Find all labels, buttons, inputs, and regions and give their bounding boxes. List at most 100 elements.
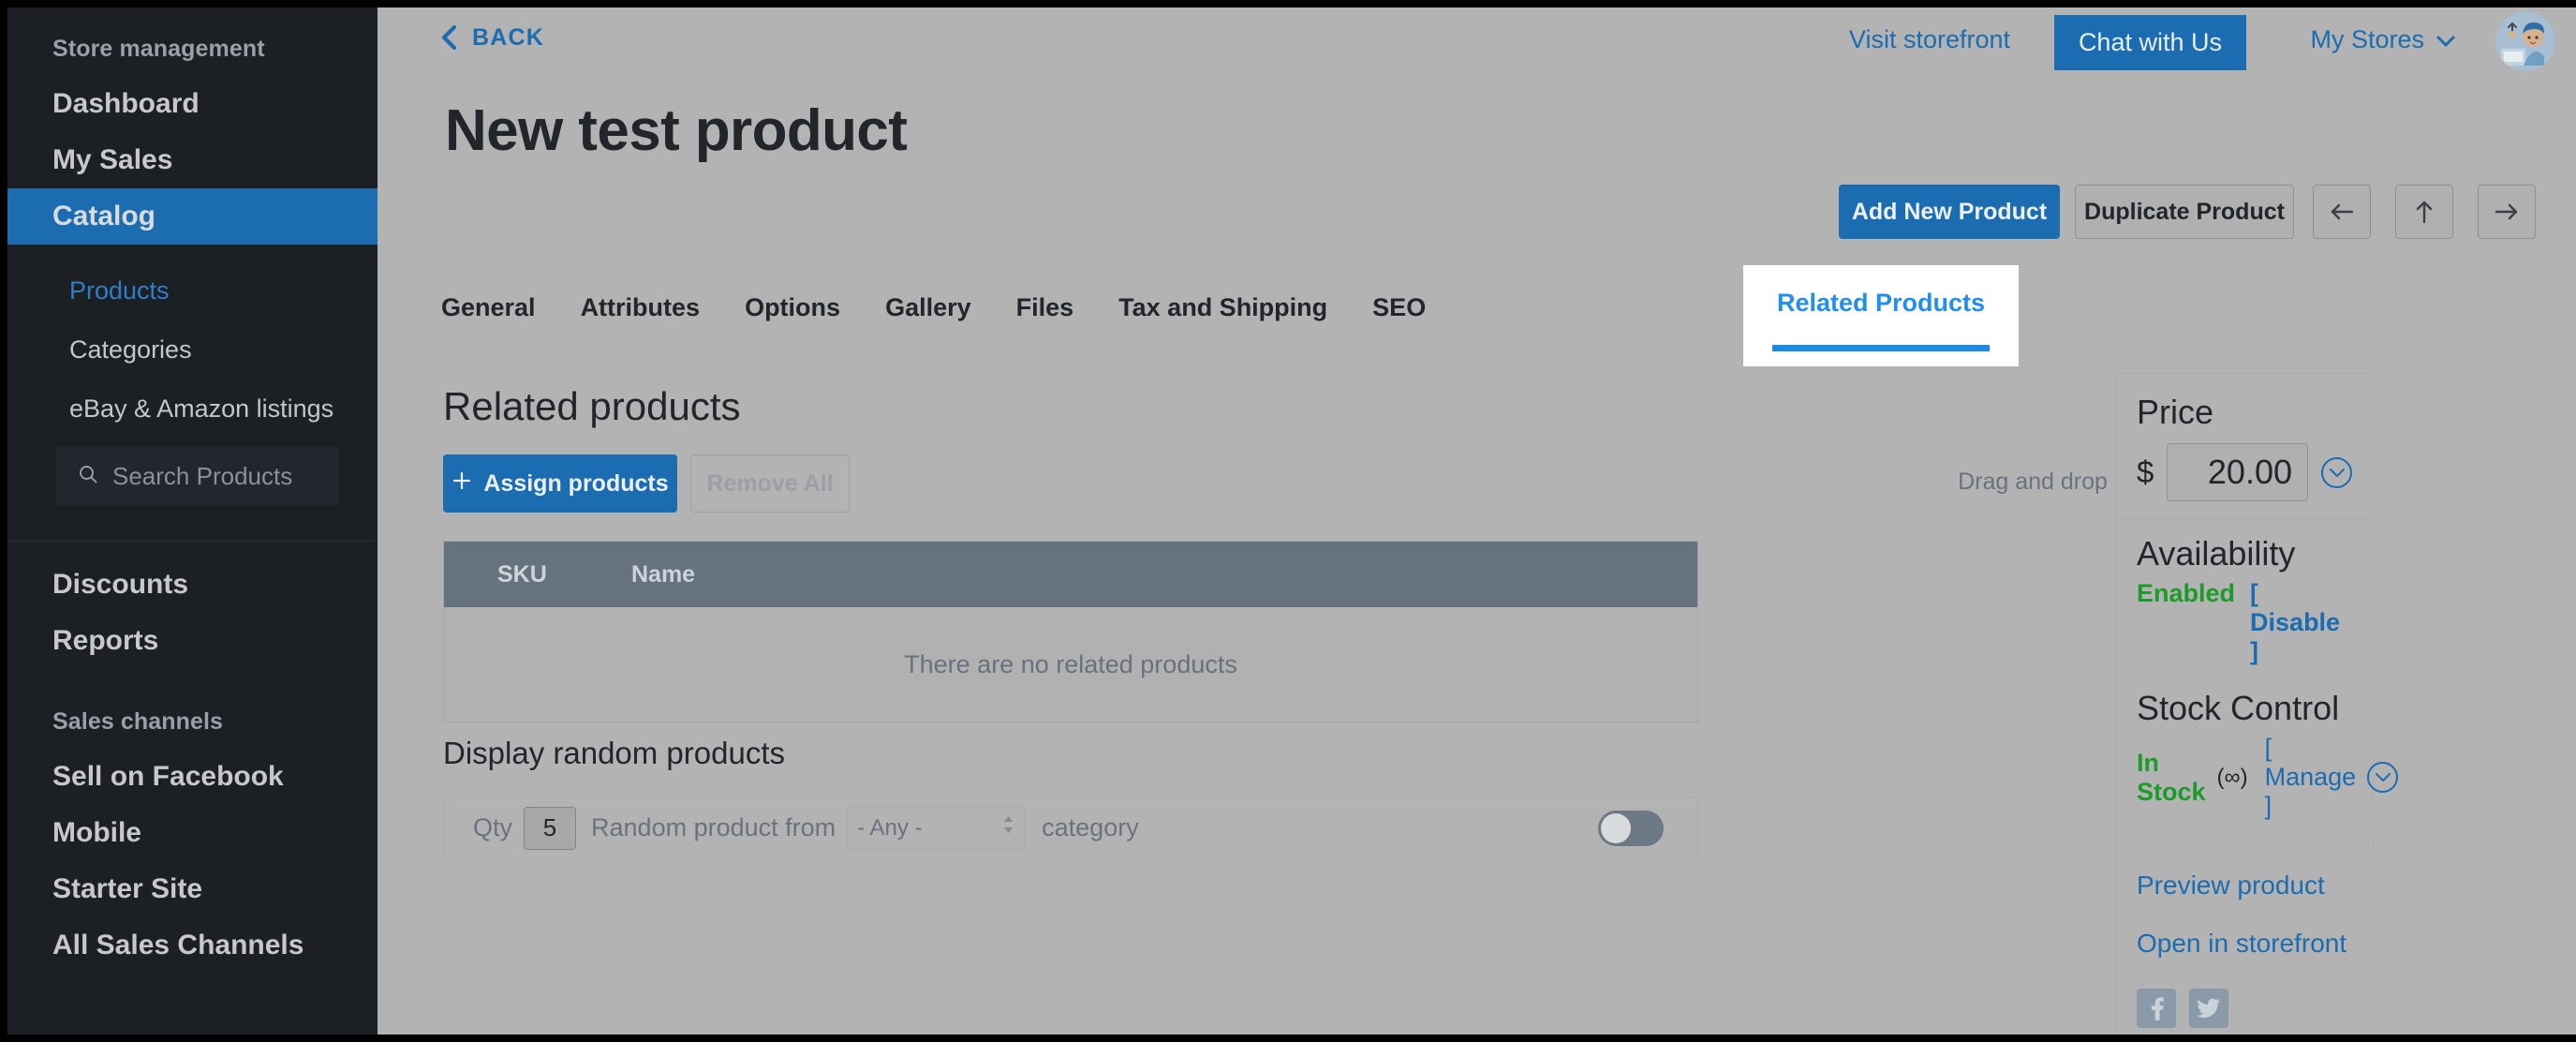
sidebar-item-label: Sell on Facebook [52, 761, 284, 793]
my-stores-label: My Stores [2310, 25, 2424, 54]
qty-input[interactable]: 5 [524, 807, 576, 850]
sidebar-item-catalog[interactable]: Catalog [7, 188, 378, 245]
open-in-storefront-link[interactable]: Open in storefront [2137, 929, 2352, 959]
main-content: New test product Add New Product Duplica… [378, 75, 2576, 1035]
sidebar-item-all-sales-channels[interactable]: All Sales Channels [7, 917, 378, 974]
related-products-table: SKU Name There are no related products [443, 541, 1698, 722]
chevron-down-circle-icon[interactable] [2321, 457, 2352, 488]
tab-attributes[interactable]: Attributes [558, 289, 723, 326]
sidebar-subitem-ebay-amazon[interactable]: eBay & Amazon listings [7, 380, 378, 439]
facebook-icon[interactable] [2137, 989, 2176, 1028]
sidebar-subitem-products[interactable]: Products [7, 261, 378, 320]
stock-control-heading: Stock Control [2137, 689, 2352, 728]
random-products-toggle[interactable] [1598, 811, 1664, 846]
random-product-from-label: Random product from [591, 813, 836, 842]
disable-link[interactable]: [ Disable ] [2250, 579, 2352, 666]
qty-label: Qty [473, 813, 512, 842]
updown-arrows-icon [1002, 814, 1014, 841]
tab-tax-and-shipping[interactable]: Tax and Shipping [1096, 289, 1350, 326]
tab-options[interactable]: Options [722, 289, 863, 326]
top-bar: BACK Visit storefront Chat with Us My St… [378, 7, 2576, 75]
sidebar-subitem-label: Categories [69, 335, 192, 365]
remove-all-button[interactable]: Remove All [690, 454, 850, 513]
arrow-right-icon[interactable] [2478, 185, 2536, 239]
arrow-left-icon[interactable] [2313, 185, 2371, 239]
price-row: $ 20.00 [2137, 443, 2352, 501]
tab-gallery[interactable]: Gallery [863, 289, 994, 326]
duplicate-product-button[interactable]: Duplicate Product [2075, 185, 2294, 239]
social-share-row [2137, 989, 2352, 1028]
availability-status: Enabled [2137, 579, 2235, 608]
sidebar-item-label: All Sales Channels [52, 930, 303, 961]
sidebar-item-discounts[interactable]: Discounts [7, 557, 378, 613]
sidebar-heading: Store management [7, 36, 378, 63]
app-window: Store management Dashboard My Sales Cata… [7, 7, 2576, 1035]
add-new-product-button[interactable]: Add New Product [1839, 185, 2060, 239]
manage-stock-link[interactable]: [ Manage ] [2265, 734, 2357, 821]
sidebar-item-mobile[interactable]: Mobile [7, 805, 378, 861]
my-stores-dropdown[interactable]: My Stores [2310, 25, 2456, 54]
back-button[interactable]: BACK [438, 23, 544, 52]
product-side-panel: Price $ 20.00 Availability Enabled [ Di [2115, 373, 2374, 1035]
sidebar-item-dashboard[interactable]: Dashboard [7, 76, 378, 132]
tab-files[interactable]: Files [994, 289, 1097, 326]
sidebar-item-label: Reports [52, 625, 158, 657]
sidebar-item-label: My Sales [52, 144, 172, 176]
assign-products-button[interactable]: Assign products [443, 454, 677, 513]
stock-quantity: (∞) [2217, 765, 2248, 791]
page-title: New test product [445, 97, 907, 164]
search-icon [77, 463, 99, 490]
random-products-row: Qty 5 Random product from - Any - catego… [443, 796, 1698, 859]
sidebar: Store management Dashboard My Sales Cata… [7, 7, 378, 1035]
sidebar-channels-heading: Sales channels [7, 708, 378, 736]
chevron-left-icon [438, 23, 459, 52]
sidebar-item-my-sales[interactable]: My Sales [7, 132, 378, 188]
sidebar-subitem-label: eBay & Amazon listings [69, 394, 333, 424]
column-header-name: Name [631, 561, 695, 588]
preview-product-link[interactable]: Preview product [2137, 871, 2352, 901]
currency-symbol: $ [2137, 454, 2154, 490]
visit-storefront-link[interactable]: Visit storefront [1849, 25, 2010, 54]
sidebar-item-sell-on-facebook[interactable]: Sell on Facebook [7, 749, 378, 805]
price-heading: Price [2137, 393, 2352, 432]
sidebar-item-label: Starter Site [52, 873, 202, 905]
sidebar-subitem-label: Products [69, 276, 170, 305]
sidebar-divider [7, 541, 378, 542]
plus-icon [452, 470, 472, 498]
category-select[interactable]: - Any - [847, 807, 1025, 850]
tab-seo[interactable]: SEO [1350, 289, 1448, 326]
sidebar-item-reports[interactable]: Reports [7, 613, 378, 669]
sidebar-item-label: Catalog [52, 201, 155, 232]
back-label: BACK [472, 24, 544, 52]
column-header-sku: SKU [444, 561, 631, 588]
chat-with-us-button[interactable]: Chat with Us [2054, 15, 2246, 70]
sidebar-item-label: Mobile [52, 817, 141, 849]
search-placeholder: Search Products [112, 462, 292, 491]
toggle-knob [1601, 813, 1631, 843]
availability-heading: Availability [2137, 534, 2352, 573]
sidebar-item-starter-site[interactable]: Starter Site [7, 861, 378, 917]
stock-row: In Stock (∞) [ Manage ] [2137, 734, 2352, 821]
twitter-icon[interactable] [2189, 989, 2228, 1028]
sidebar-subitem-categories[interactable]: Categories [7, 320, 378, 380]
sidebar-item-label: Discounts [52, 569, 188, 601]
tab-active-underline [1772, 345, 1990, 351]
search-products-input[interactable]: Search Products [56, 447, 339, 505]
arrow-up-icon[interactable] [2395, 185, 2453, 239]
assign-products-label: Assign products [483, 470, 668, 498]
display-random-products-title: Display random products [443, 736, 785, 771]
chevron-down-circle-icon[interactable] [2367, 762, 2398, 793]
user-avatar-icon[interactable] [2495, 11, 2555, 71]
category-select-value: - Any - [857, 815, 922, 841]
tab-general[interactable]: General [441, 289, 558, 326]
category-suffix-label: category [1042, 813, 1139, 842]
section-title: Related products [443, 384, 741, 429]
price-input[interactable]: 20.00 [2167, 443, 2308, 501]
sidebar-item-label: Dashboard [52, 88, 200, 120]
chevron-down-icon [2435, 25, 2456, 54]
table-header-row: SKU Name [444, 542, 1697, 607]
stock-status: In Stock [2137, 749, 2206, 807]
tab-related-products[interactable]: Related Products [1743, 289, 2019, 318]
availability-row: Enabled [ Disable ] [2137, 579, 2352, 666]
table-empty-message: There are no related products [444, 607, 1697, 722]
